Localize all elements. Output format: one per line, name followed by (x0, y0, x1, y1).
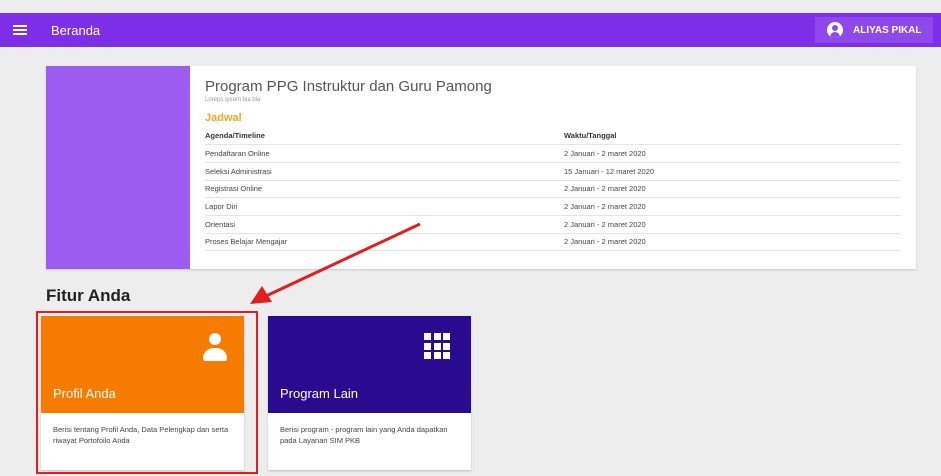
top-app-bar: Beranda ALIYAS PIKAL (0, 13, 941, 47)
agenda-cell: Pendaftaran Online (205, 144, 564, 163)
column-header-date: Waktu/Tanggal (564, 127, 901, 146)
agenda-cell: Proses Belajar Mengajar (205, 233, 564, 252)
program-card-description: Berisi program - program lain yang Anda … (280, 425, 448, 445)
date-cell: 2 Januari - 2 maret 2020 (564, 215, 901, 234)
agenda-cell: Lapor Diri (205, 197, 564, 216)
other-programs-feature-card[interactable]: Program Lain Berisi program - program la… (268, 316, 471, 470)
program-card-header: Program Lain (268, 316, 471, 413)
program-title: Program PPG Instruktur dan Guru Pamong (205, 78, 492, 95)
profile-card-title: Profil Anda (53, 386, 116, 401)
table-header-row: Agenda/Timeline Waktu/Tanggal (205, 127, 901, 146)
person-icon (201, 333, 229, 363)
date-cell: 2 Januari - 2 maret 2020 (564, 180, 901, 199)
profile-card-description: Berisi tentang Profil Anda, Data Pelengk… (53, 425, 229, 445)
program-subtitle: Loreps ipsum bla bla (205, 97, 261, 103)
user-name: ALIYAS PIKAL (853, 24, 922, 36)
table-row: Lapor Diri 2 Januari - 2 maret 2020 (205, 197, 901, 216)
account-circle-icon (827, 22, 843, 38)
schedule-heading: Jadwal (205, 112, 242, 124)
date-cell: 2 Januari - 2 maret 2020 (564, 197, 901, 216)
table-row: Seleksi Administrasi 15 Januari - 12 mare… (205, 162, 901, 181)
program-card-title: Program Lain (280, 386, 359, 401)
agenda-cell: Registrasi Online (205, 180, 564, 199)
schedule-table: Agenda/Timeline Waktu/Tanggal Pendaftara… (205, 127, 901, 252)
date-cell: 15 Januari - 12 maret 2020 (564, 162, 901, 181)
table-row: Orientasi 2 Januari - 2 maret 2020 (205, 215, 901, 234)
table-row: Pendaftaran Online 2 Januari - 2 maret 20… (205, 144, 901, 163)
table-row: Registrasi Online 2 Januari - 2 maret 202… (205, 180, 901, 199)
agenda-cell: Seleksi Administrasi (205, 162, 564, 181)
profile-feature-card[interactable]: Profil Anda Berisi tentang Profil Anda, … (41, 316, 244, 470)
program-card: Program PPG Instruktur dan Guru Pamong L… (46, 66, 916, 269)
user-menu-button[interactable]: ALIYAS PIKAL (815, 17, 933, 43)
apps-grid-icon (424, 333, 450, 359)
program-card-image (46, 66, 190, 269)
date-cell: 2 Januari - 2 maret 2020 (564, 144, 901, 163)
profile-card-header: Profil Anda (41, 316, 244, 413)
hamburger-menu-icon[interactable] (13, 23, 27, 37)
table-row: Proses Belajar Mengajar 2 Januari - 2 mar… (205, 233, 901, 252)
features-heading: Fitur Anda (46, 286, 131, 305)
agenda-cell: Orientasi (205, 215, 564, 234)
column-header-agenda: Agenda/Timeline (205, 127, 564, 146)
page-title: Beranda (51, 23, 101, 38)
date-cell: 2 Januari - 2 maret 2020 (564, 233, 901, 252)
